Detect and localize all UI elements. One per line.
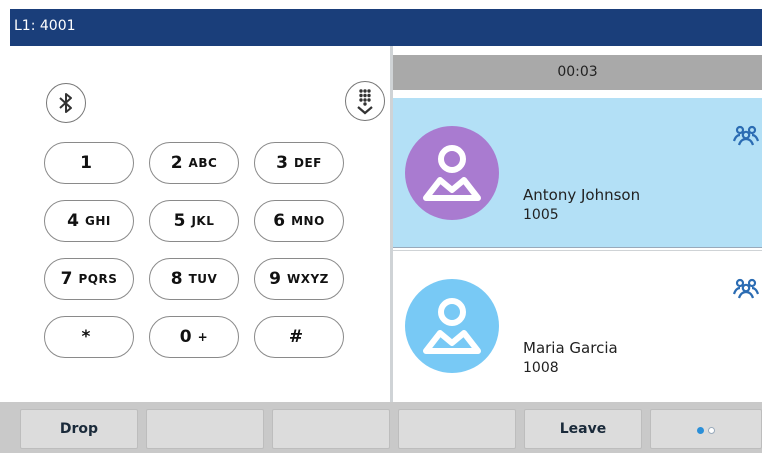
participant-number: 1008: [523, 360, 559, 376]
dialpad-key-7[interactable]: 7 PQRS: [44, 258, 134, 300]
participant-name: Maria Garcia: [523, 339, 618, 357]
softkey-2[interactable]: [146, 409, 264, 449]
softkey-4[interactable]: [398, 409, 516, 449]
avatar: [405, 279, 499, 373]
participant-row-active[interactable]: Antony Johnson 1005: [393, 98, 762, 248]
dialpad-key-3[interactable]: 3 DEF: [254, 142, 344, 184]
softkey-3[interactable]: [272, 409, 390, 449]
hide-dialpad-icon[interactable]: [345, 81, 385, 121]
avatar: [405, 126, 499, 220]
dialpad-key-5[interactable]: 5 JKL: [149, 200, 239, 242]
call-timer: 00:03: [393, 55, 762, 90]
dialpad-key-hash[interactable]: #: [254, 316, 344, 358]
dialpad-key-4[interactable]: 4 GHI: [44, 200, 134, 242]
line-label: L1: 4001: [14, 18, 76, 34]
conference-icon: [732, 124, 760, 150]
participant-name: Antony Johnson: [523, 186, 641, 204]
softkey-leave[interactable]: Leave: [524, 409, 642, 449]
page-dot-active: [697, 427, 704, 434]
softkey-drop[interactable]: Drop: [20, 409, 138, 449]
dialpad-key-0[interactable]: 0 +: [149, 316, 239, 358]
conference-icon: [732, 277, 760, 303]
dialpad-key-star[interactable]: *: [44, 316, 134, 358]
dialpad-key-1[interactable]: 1: [44, 142, 134, 184]
person-icon: [423, 298, 481, 354]
bluetooth-icon[interactable]: [46, 83, 86, 123]
dialpad-key-8[interactable]: 8 TUV: [149, 258, 239, 300]
participant-number: 1005: [523, 207, 559, 223]
softkey-more[interactable]: [650, 409, 762, 449]
dialpad-key-9[interactable]: 9 WXYZ: [254, 258, 344, 300]
person-icon: [423, 145, 481, 201]
dialpad-key-6[interactable]: 6 MNO: [254, 200, 344, 242]
dialpad-key-2[interactable]: 2 ABC: [149, 142, 239, 184]
softkey-bar: Drop Leave: [0, 402, 762, 453]
participant-row[interactable]: Maria Garcia 1008: [393, 250, 762, 400]
page-dot: [708, 427, 715, 434]
status-bar: L1: 4001: [10, 9, 762, 46]
page-indicator: [651, 427, 761, 434]
